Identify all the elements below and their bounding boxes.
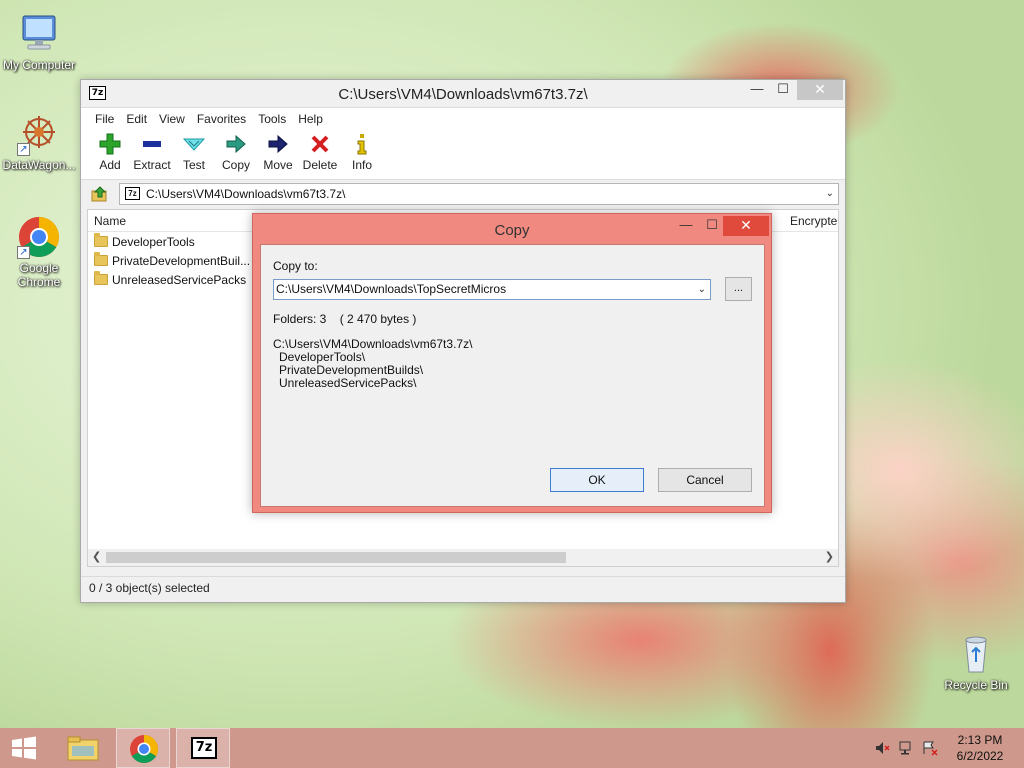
window-title: C:\Users\VM4\Downloads\vm67t3.7z\ <box>338 86 588 103</box>
up-folder-icon[interactable] <box>91 185 109 203</box>
network-icon[interactable] <box>898 740 914 759</box>
folder-icon <box>94 271 108 285</box>
address-input[interactable]: 7z C:\Users\VM4\Downloads\vm67t3.7z\ ⌄ <box>119 183 839 205</box>
move-icon <box>266 132 290 156</box>
folder-stats: Folders: 3 ( 2 470 bytes ) <box>273 312 417 326</box>
test-label: Test <box>182 158 205 172</box>
address-bar: 7z C:\Users\VM4\Downloads\vm67t3.7z\ ⌄ <box>81 180 845 208</box>
minimize-button[interactable]: — <box>743 80 771 100</box>
maximize-button[interactable]: ☐ <box>769 80 797 100</box>
copy-dialog: Copy — ☐ ✕ Copy to: C:\Users\VM4\Downloa… <box>252 213 772 513</box>
scrollbar-thumb[interactable] <box>106 552 566 563</box>
menu-bar: File Edit View Favorites Tools Help <box>81 107 845 129</box>
copy-to-input[interactable]: C:\Users\VM4\Downloads\TopSecretMicros ⌄ <box>273 279 711 300</box>
taskbar-google-chrome[interactable] <box>116 728 170 768</box>
volume-muted-icon[interactable] <box>874 740 890 759</box>
menu-help[interactable]: Help <box>298 112 323 126</box>
dialog-minimize-button[interactable]: — <box>673 216 699 236</box>
desktop-icon-datawagon[interactable]: ↗ DataWagon... <box>0 112 78 172</box>
shortcut-arrow-icon: ↗ <box>17 143 30 156</box>
close-button[interactable]: ✕ <box>797 80 843 100</box>
delete-icon <box>308 132 332 156</box>
info-label: Info <box>351 158 372 172</box>
taskbar: 7z 2:13 PM 6/2/2022 <box>0 728 1024 768</box>
extract-button[interactable]: Extract <box>131 129 173 179</box>
taskbar-file-explorer[interactable] <box>56 728 110 768</box>
folder-icon <box>67 736 99 761</box>
file-name: PrivateDevelopmentBuil... <box>112 253 251 268</box>
menu-edit[interactable]: Edit <box>126 112 147 126</box>
desktop-icon-recycle-bin[interactable]: Recycle Bin <box>937 632 1015 692</box>
move-button[interactable]: Move <box>257 129 299 179</box>
scroll-left-icon[interactable]: ❮ <box>92 550 101 563</box>
copy-button[interactable]: Copy <box>215 129 257 179</box>
clock-date: 6/2/2022 <box>956 749 1004 763</box>
desktop-icon-label: DataWagon... <box>2 158 76 172</box>
source-item: UnreleasedServicePacks\ <box>279 376 417 390</box>
desktop-icon-my-computer[interactable]: My Computer <box>0 12 78 72</box>
clock-time: 2:13 PM <box>957 733 1003 747</box>
dialog-body: Copy to: C:\Users\VM4\Downloads\TopSecre… <box>260 244 765 507</box>
desktop-icon-label: Google Chrome <box>17 261 61 289</box>
recycle-bin-icon <box>954 632 998 676</box>
file-name: UnreleasedServicePacks <box>112 272 247 287</box>
source-paths: C:\Users\VM4\Downloads\vm67t3.7z\ Develo… <box>273 338 472 390</box>
start-button[interactable] <box>10 736 38 760</box>
ok-button[interactable]: OK <box>550 468 644 492</box>
extract-label: Extract <box>133 158 171 172</box>
status-bar: 0 / 3 object(s) selected <box>81 576 845 602</box>
add-icon <box>98 132 122 156</box>
chrome-icon <box>130 735 158 763</box>
shortcut-arrow-icon: ↗ <box>17 246 30 259</box>
action-center-icon[interactable] <box>922 740 938 759</box>
column-header-name[interactable]: Name <box>94 214 126 228</box>
chevron-down-icon[interactable]: ⌄ <box>698 280 706 299</box>
desktop-icon-google-chrome[interactable]: ↗ Google Chrome <box>0 215 78 289</box>
delete-button[interactable]: Delete <box>299 129 341 179</box>
datawagon-icon: ↗ <box>17 112 61 156</box>
window-titlebar[interactable]: 7z C:\Users\VM4\Downloads\vm67t3.7z\ — ☐… <box>81 80 845 107</box>
desktop-icon-label: Recycle Bin <box>944 678 1008 692</box>
dialog-close-button[interactable]: ✕ <box>723 216 769 236</box>
info-button[interactable]: Info <box>341 129 383 179</box>
7zip-archive-icon: 7z <box>125 187 140 200</box>
menu-file[interactable]: File <box>95 112 114 126</box>
system-clock[interactable]: 2:13 PM 6/2/2022 <box>950 732 1010 764</box>
horizontal-scrollbar[interactable]: ❮ ❯ <box>88 549 838 566</box>
move-label: Move <box>263 158 293 172</box>
dialog-maximize-button[interactable]: ☐ <box>699 216 725 236</box>
file-name: DeveloperTools <box>112 234 195 249</box>
copy-label: Copy <box>221 158 250 172</box>
menu-favorites[interactable]: Favorites <box>197 112 246 126</box>
column-header-encrypted[interactable]: Encrypte <box>790 214 837 228</box>
toolbar: Add Extract Test Copy Move Delete Info <box>81 129 845 180</box>
folder-icon <box>94 233 108 247</box>
address-text: C:\Users\VM4\Downloads\vm67t3.7z\ <box>146 187 346 201</box>
test-icon <box>182 132 206 156</box>
folder-icon <box>94 252 108 266</box>
test-button[interactable]: Test <box>173 129 215 179</box>
7zip-icon: 7z <box>191 737 217 759</box>
chrome-icon: ↗ <box>17 215 61 259</box>
computer-icon <box>17 12 61 56</box>
add-label: Add <box>99 158 121 172</box>
taskbar-7zip[interactable]: 7z <box>176 728 230 768</box>
menu-tools[interactable]: Tools <box>258 112 286 126</box>
chevron-down-icon[interactable]: ⌄ <box>826 184 834 204</box>
copy-icon <box>224 132 248 156</box>
scroll-right-icon[interactable]: ❯ <box>825 550 834 563</box>
desktop-icon-label: My Computer <box>2 58 76 72</box>
windows-logo-icon <box>12 736 36 760</box>
copy-to-label: Copy to: <box>273 259 318 273</box>
menu-view[interactable]: View <box>159 112 185 126</box>
add-button[interactable]: Add <box>89 129 131 179</box>
delete-label: Delete <box>302 158 338 172</box>
copy-to-value: C:\Users\VM4\Downloads\TopSecretMicros <box>276 282 507 296</box>
browse-button[interactable]: ... <box>725 277 752 301</box>
extract-icon <box>140 132 164 156</box>
cancel-button[interactable]: Cancel <box>658 468 752 492</box>
info-icon <box>350 132 374 156</box>
